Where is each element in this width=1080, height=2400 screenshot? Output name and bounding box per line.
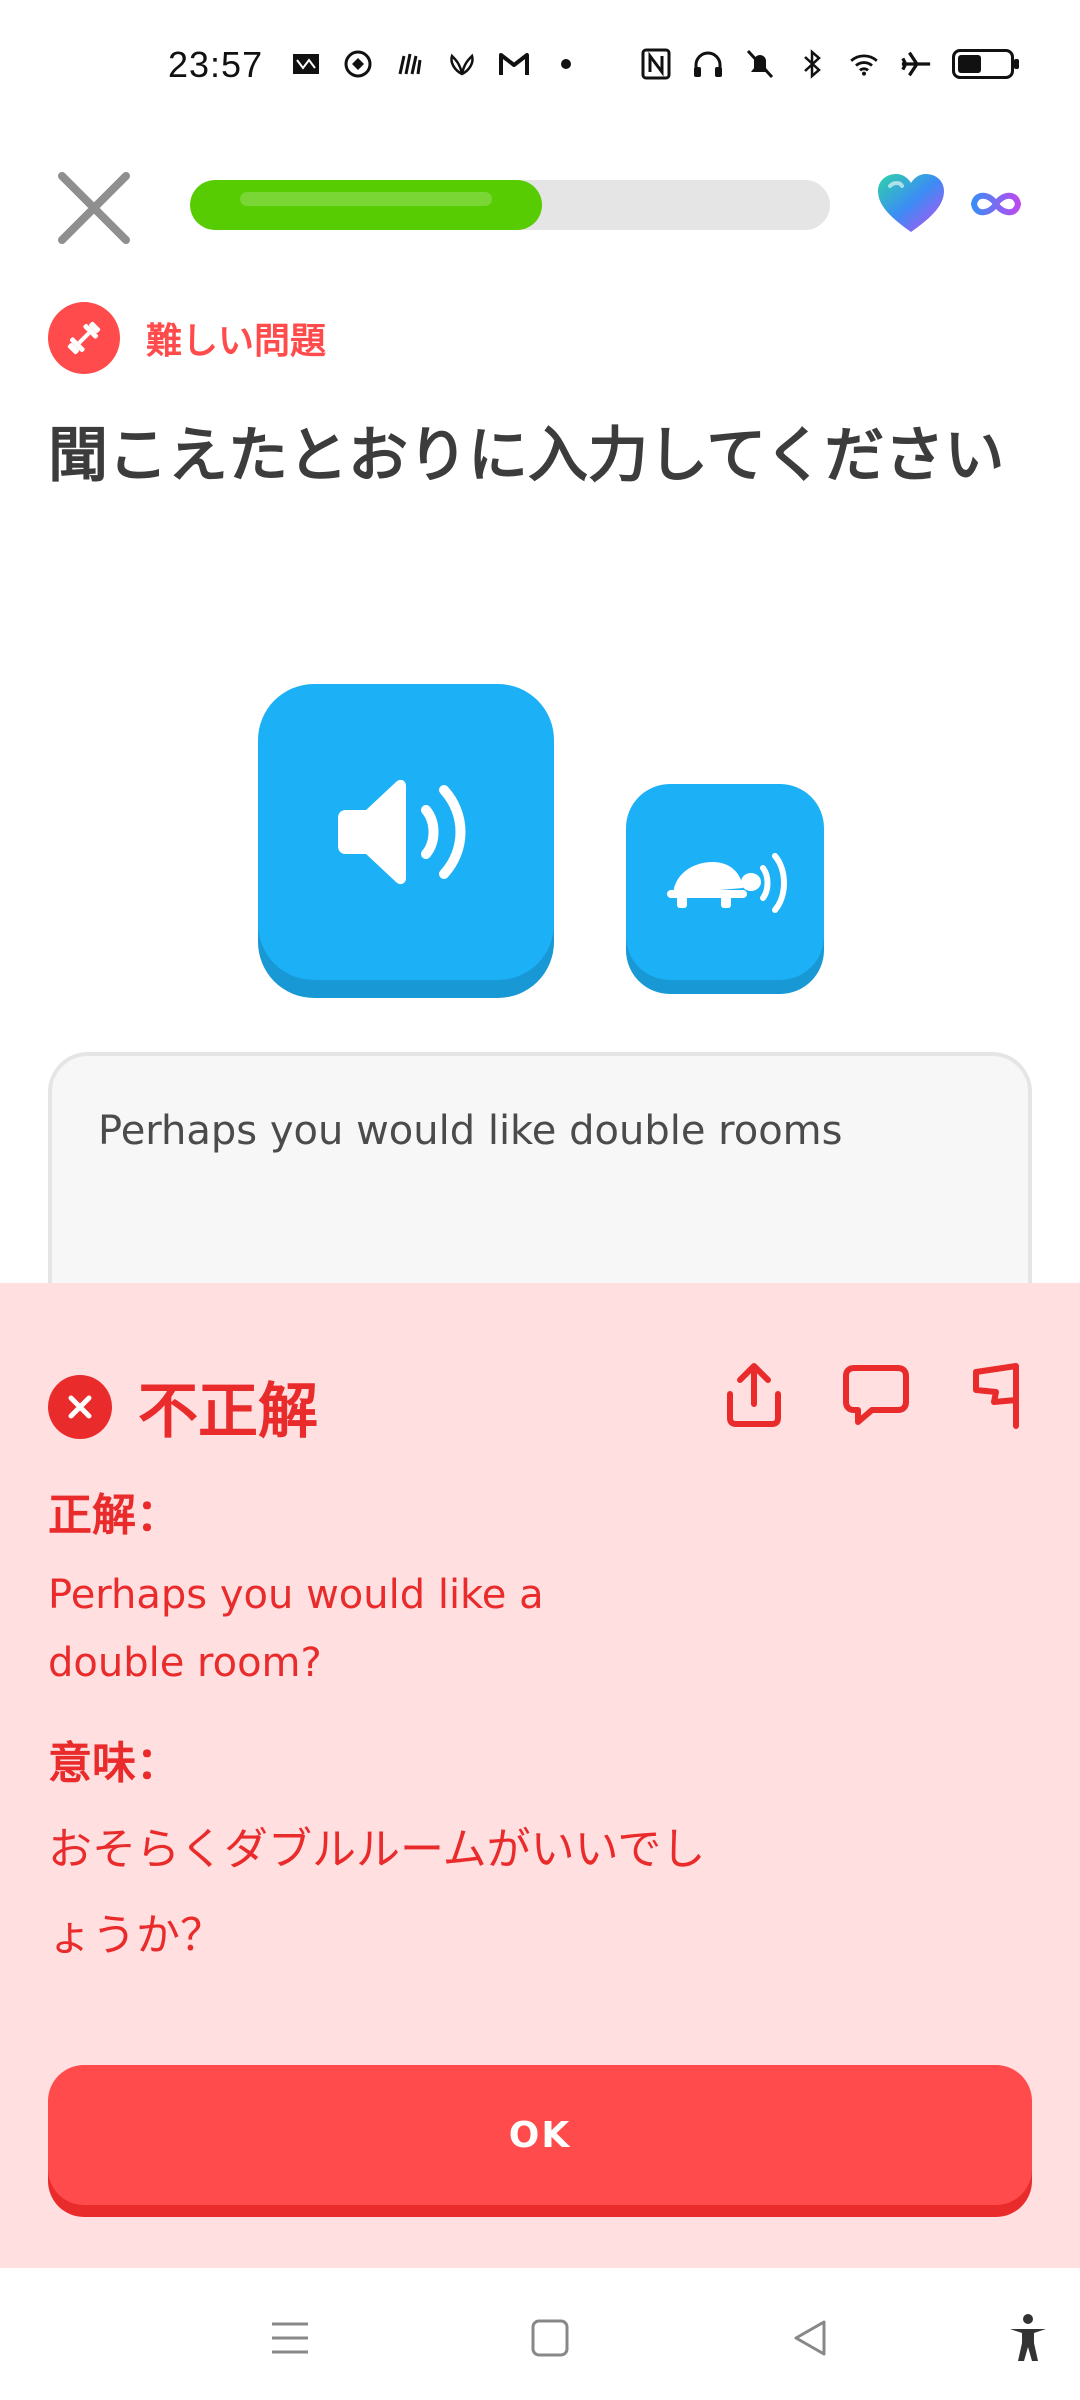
report-button[interactable] <box>964 1359 1032 1431</box>
menu-icon <box>272 2322 308 2354</box>
square-icon <box>531 2319 569 2357</box>
result-label: 不正解 <box>138 1377 318 1447</box>
play-slow-audio-button[interactable] <box>626 784 824 980</box>
meaning-label: 意味： <box>48 1738 180 1789</box>
flag-icon <box>973 1363 1019 1429</box>
comment-icon <box>843 1365 909 1425</box>
dot-icon <box>550 48 582 80</box>
headphones-icon <box>692 48 724 80</box>
incorrect-icon <box>48 1374 112 1439</box>
sync-app-icon <box>342 48 374 80</box>
accessibility-button[interactable] <box>1000 2310 1056 2366</box>
home-nav-button[interactable] <box>522 2310 578 2366</box>
page-title: 聞こえたとおりに入力してください <box>48 421 1005 491</box>
system-nav-bar <box>0 2268 1080 2400</box>
close-button[interactable] <box>52 166 136 250</box>
dumbbell-icon <box>48 302 120 374</box>
back-nav-button[interactable] <box>782 2310 838 2366</box>
comment-button[interactable] <box>842 1359 910 1431</box>
progress-shine <box>240 192 492 206</box>
result-header: 不正解 <box>48 1363 318 1450</box>
badge-label: 難しい問題 <box>146 321 327 362</box>
airplane-icon <box>900 48 932 80</box>
share-icon <box>727 1363 781 1427</box>
ok-button[interactable]: OK <box>48 2065 1032 2205</box>
hand-app-icon <box>394 48 426 80</box>
answer-text: Perhaps you would like double rooms <box>98 1108 843 1154</box>
heart-icon[interactable] <box>876 172 946 236</box>
accessibility-icon <box>1010 2314 1046 2361</box>
wifi-icon <box>848 48 880 80</box>
lesson-progress-bar <box>190 180 830 230</box>
battery-icon <box>952 49 1019 79</box>
nfc-icon <box>640 48 672 80</box>
gmail-icon <box>498 48 530 80</box>
correct-answer-label: 正解： <box>48 1490 180 1541</box>
status-time: 23:57 <box>168 44 264 85</box>
lotus-app-icon <box>446 48 478 80</box>
infinity-icon <box>968 186 1024 222</box>
nyt-icon <box>290 48 322 80</box>
share-button[interactable] <box>720 1359 788 1431</box>
bell-off-icon <box>744 48 776 80</box>
status-bar: 23:57 <box>0 0 1080 140</box>
turtle-speaker-icon <box>667 853 787 913</box>
back-triangle-icon <box>794 2320 826 2356</box>
feedback-panel: 不正解 正解： Perhaps you would like a double … <box>0 1283 1080 2268</box>
close-icon <box>58 172 130 244</box>
menu-nav-button[interactable] <box>262 2310 318 2366</box>
hard-challenge-badge: 難しい問題 <box>48 302 326 374</box>
correct-answer-text: Perhaps you would like a double room? <box>48 1572 544 1686</box>
speaker-icon <box>338 779 466 885</box>
meaning-text: おそらくダブルルームがいいでしょうか？ <box>48 1824 706 1961</box>
play-audio-button[interactable] <box>258 684 554 980</box>
bluetooth-icon <box>796 48 828 80</box>
